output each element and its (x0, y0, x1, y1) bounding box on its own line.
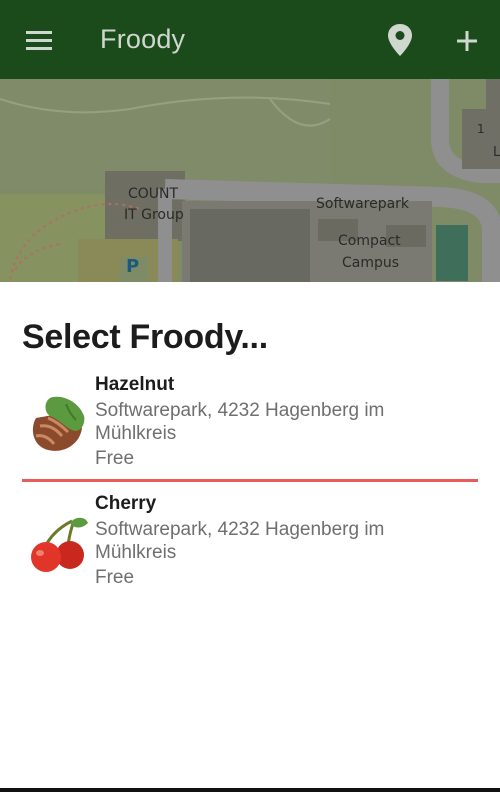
map-label-softwarepark: Softwarepark (316, 196, 410, 212)
item-price: Free (95, 567, 135, 588)
map-label-one: 1 (477, 122, 485, 136)
map-label-it-group: IT Group (124, 207, 184, 223)
list-item[interactable]: Cherry Softwarepark, 4232 Hagenberg im M… (22, 489, 478, 607)
app-title: Froody (100, 24, 186, 54)
location-pin-icon (388, 24, 412, 56)
map-background (0, 79, 500, 282)
map-label-compact: Compact (338, 233, 401, 249)
selection-divider (22, 479, 478, 482)
plus-icon (457, 31, 477, 51)
location-button[interactable] (384, 22, 416, 60)
map-parking-label: P (126, 256, 140, 277)
cherry-icon (31, 517, 88, 572)
select-froody-sheet: Select Froody... Hazelnut Softwarepark, … (0, 282, 500, 792)
item-address: Softwarepark, 4232 Hagenberg im Mühlkrei… (95, 519, 385, 563)
item-name: Hazelnut (95, 374, 175, 395)
hazelnut-icon (32, 396, 85, 451)
item-name: Cherry (95, 493, 157, 514)
bottom-edge (0, 788, 500, 792)
map-view[interactable]: COUNT IT Group Softwarepark Compact Camp… (0, 79, 500, 282)
menu-button[interactable] (20, 24, 58, 56)
sheet-title: Select Froody... (22, 318, 268, 356)
item-address: Softwarepark, 4232 Hagenberg im Mühlkrei… (95, 400, 385, 444)
app-bar: Froody (0, 0, 500, 79)
map-label-l: L (493, 145, 500, 160)
map-label-campus: Campus (342, 255, 400, 271)
item-price: Free (95, 448, 135, 469)
add-button[interactable] (448, 22, 486, 60)
list-item[interactable]: Hazelnut Softwarepark, 4232 Hagenberg im… (22, 370, 478, 488)
map-label-count: COUNT (128, 186, 179, 202)
